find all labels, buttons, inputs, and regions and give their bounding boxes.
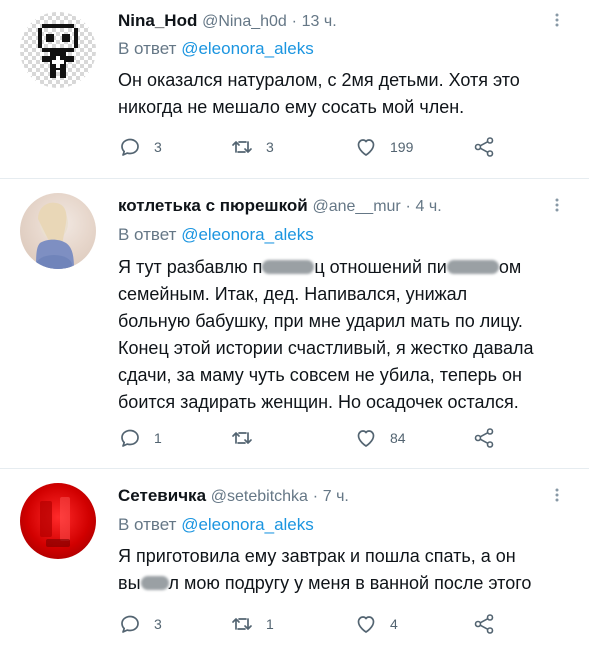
tweet-text: Я приготовила ему завтрак и пошла спать,… bbox=[118, 543, 573, 597]
more-icon[interactable] bbox=[547, 485, 567, 505]
tweet-line: боится задирать женщин. Но осадочек оста… bbox=[118, 392, 519, 412]
retweet-count: 1 bbox=[266, 616, 274, 632]
pixel-avatar-icon bbox=[20, 12, 96, 88]
reply-icon bbox=[121, 138, 139, 156]
tweet-line: Конец этой истории счастливый, я жестко … bbox=[118, 338, 534, 358]
share-icon bbox=[474, 428, 494, 448]
reply-context: В ответ @eleonora_aleks bbox=[118, 223, 314, 247]
text-fragment: вы bbox=[118, 573, 141, 593]
reply-prefix: В ответ bbox=[118, 39, 177, 58]
like-count: 4 bbox=[390, 616, 398, 632]
reply-count: 3 bbox=[154, 139, 162, 155]
like-button[interactable]: 84 bbox=[354, 423, 406, 453]
like-count: 84 bbox=[390, 430, 406, 446]
separator-dot: · bbox=[312, 488, 319, 505]
author-handle[interactable]: @Nina_h0d bbox=[202, 13, 287, 30]
reply-icon bbox=[121, 615, 139, 633]
tweet[interactable]: Nina_Hod @Nina_h0d · 13 ч. В ответ @eleo… bbox=[0, 0, 589, 179]
tweet-actions: 3 3 199 bbox=[118, 132, 538, 162]
tweet-line: сдачи, за маму чуть совсем не убила, теп… bbox=[118, 365, 522, 385]
reply-context: В ответ @eleonora_aleks bbox=[118, 513, 314, 537]
retweet-count: 3 bbox=[266, 139, 274, 155]
reply-count: 1 bbox=[154, 430, 162, 446]
tweet-line: Я приготовила ему завтрак и пошла спать,… bbox=[118, 546, 516, 566]
more-icon[interactable] bbox=[547, 195, 567, 215]
tweet-line: вы л мою подругу у меня в ванной после эт… bbox=[118, 570, 573, 597]
like-count: 199 bbox=[390, 139, 414, 155]
tweet-actions: 3 1 4 bbox=[118, 609, 538, 639]
tweet-line: больную бабушку, при мне ударил мать по … bbox=[118, 311, 523, 331]
share-button[interactable] bbox=[472, 132, 496, 162]
censor-blur bbox=[446, 260, 499, 274]
reply-button[interactable]: 3 bbox=[118, 132, 162, 162]
share-button[interactable] bbox=[472, 423, 496, 453]
reply-prefix: В ответ bbox=[118, 515, 177, 534]
retweet-button[interactable] bbox=[230, 423, 266, 453]
censor-blur bbox=[262, 260, 315, 274]
censor-blur bbox=[140, 576, 169, 590]
text-fragment: Я тут разбавлю п bbox=[118, 257, 263, 277]
timeline: Nina_Hod @Nina_h0d · 13 ч. В ответ @eleo… bbox=[0, 0, 589, 650]
avatar[interactable] bbox=[20, 483, 96, 559]
photo-avatar-icon bbox=[36, 202, 74, 269]
retweet-button[interactable]: 3 bbox=[230, 132, 274, 162]
author-handle[interactable]: @ane__mur bbox=[312, 198, 400, 215]
share-button[interactable] bbox=[472, 609, 496, 639]
retweet-icon bbox=[232, 618, 252, 630]
separator-dot: · bbox=[291, 13, 297, 30]
tweet[interactable]: Сетевичка @setebitchka · 7 ч. В ответ @e… bbox=[0, 469, 589, 650]
avatar[interactable] bbox=[20, 193, 96, 269]
avatar[interactable] bbox=[20, 12, 96, 88]
text-fragment: л мою подругу у меня в ванной после этог… bbox=[168, 573, 532, 593]
tweet[interactable]: котлетька с пюрешкой @ane__mur · 4 ч. В … bbox=[0, 179, 589, 469]
author-name[interactable]: Сетевичка bbox=[118, 486, 206, 505]
red-photo-avatar-icon bbox=[40, 497, 70, 547]
more-icon[interactable] bbox=[547, 10, 567, 30]
like-icon bbox=[357, 139, 375, 156]
text-fragment: ом bbox=[498, 257, 522, 277]
reply-icon bbox=[121, 429, 139, 447]
author-name[interactable]: Nina_Hod bbox=[118, 11, 197, 30]
reply-context: В ответ @eleonora_aleks bbox=[118, 37, 314, 61]
author-handle[interactable]: @setebitchka bbox=[211, 488, 308, 505]
reply-count: 3 bbox=[154, 616, 162, 632]
timestamp[interactable]: 4 ч. bbox=[416, 198, 442, 215]
share-icon bbox=[474, 137, 494, 157]
reply-prefix: В ответ bbox=[118, 225, 177, 244]
retweet-icon bbox=[232, 432, 252, 444]
like-button[interactable]: 199 bbox=[354, 132, 413, 162]
timestamp[interactable]: 7 ч. bbox=[323, 488, 349, 505]
tweet-line: Я тут разбавлю п ц отношений пи ом bbox=[118, 254, 573, 281]
like-button[interactable]: 4 bbox=[354, 609, 398, 639]
reply-button[interactable]: 1 bbox=[118, 423, 162, 453]
tweet-line: никогда не мешало ему сосать мой член. bbox=[118, 97, 465, 117]
tweet-line: семейным. Итак, дед. Напивался, унижал bbox=[118, 284, 468, 304]
retweet-icon bbox=[232, 141, 252, 153]
tweet-actions: 1 84 bbox=[118, 423, 538, 453]
like-icon bbox=[357, 616, 375, 633]
share-icon bbox=[474, 614, 494, 634]
mention-link[interactable]: @eleonora_aleks bbox=[181, 39, 314, 58]
separator-dot: · bbox=[405, 198, 411, 215]
text-fragment: ц отношений пи bbox=[314, 257, 447, 277]
author-name[interactable]: котлетька с пюрешкой bbox=[118, 196, 308, 215]
tweet-header: котлетька с пюрешкой @ane__mur · 4 ч. bbox=[118, 193, 442, 219]
timestamp[interactable]: 13 ч. bbox=[302, 13, 337, 30]
like-icon bbox=[357, 430, 375, 447]
tweet-text: Я тут разбавлю п ц отношений пи ом семейны… bbox=[118, 254, 573, 416]
tweet-header: Сетевичка @setebitchka · 7 ч. bbox=[118, 483, 349, 509]
mention-link[interactable]: @eleonora_aleks bbox=[181, 515, 314, 534]
tweet-header: Nina_Hod @Nina_h0d · 13 ч. bbox=[118, 8, 337, 34]
reply-button[interactable]: 3 bbox=[118, 609, 162, 639]
tweet-line: Он оказался натуралом, с 2мя детьми. Хот… bbox=[118, 70, 520, 90]
retweet-button[interactable]: 1 bbox=[230, 609, 274, 639]
mention-link[interactable]: @eleonora_aleks bbox=[181, 225, 314, 244]
tweet-text: Он оказался натуралом, с 2мя детьми. Хот… bbox=[118, 67, 573, 121]
